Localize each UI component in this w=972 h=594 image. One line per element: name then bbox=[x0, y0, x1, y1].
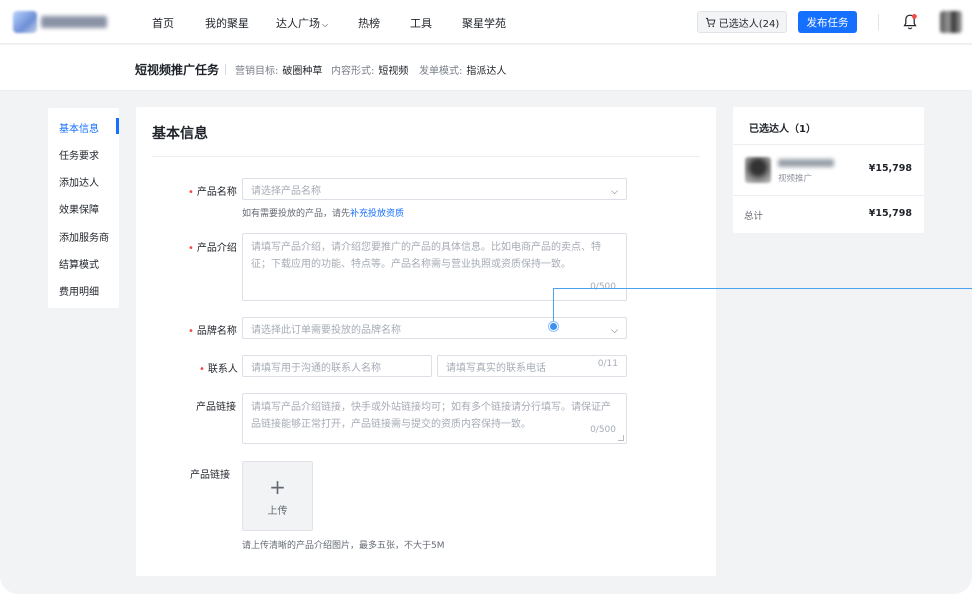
brand-name-placeholder: 请选择此订单需要投放的品牌名称 bbox=[251, 325, 401, 336]
step-effect-guarantee[interactable]: 效果保障 bbox=[59, 201, 99, 216]
required-mark: • bbox=[188, 243, 194, 254]
brand-logo[interactable] bbox=[13, 11, 109, 33]
kol-avatar[interactable] bbox=[745, 157, 771, 183]
selected-kols-panel: 已选达人（1） 视频推广 ¥15,798 总计 ¥15,798 bbox=[733, 107, 924, 233]
content-format-value: 短视频 bbox=[378, 66, 409, 77]
contact-phone-input[interactable]: 请填写真实的联系电话 0/11 bbox=[437, 355, 627, 377]
resize-handle-icon[interactable] bbox=[618, 435, 624, 441]
product-link-textarea[interactable]: 请填写产品介绍链接，快手或外站链接均可；如有多个链接请分行填写。请保证产品链接能… bbox=[242, 393, 627, 444]
product-intro-label-text: 产品介绍 bbox=[196, 243, 237, 254]
dispatch-mode: 发单模式: 指派达人 bbox=[419, 62, 506, 77]
nav-item-academy[interactable]: 聚星学苑 bbox=[462, 15, 506, 31]
required-mark: • bbox=[188, 326, 194, 337]
form-divider bbox=[152, 156, 700, 157]
user-avatar[interactable] bbox=[940, 11, 962, 33]
dispatch-mode-value: 指派达人 bbox=[466, 66, 507, 77]
chevron-down-icon: ⌵ bbox=[611, 326, 618, 336]
product-intro-label: • 产品介绍 bbox=[188, 239, 237, 254]
annotation-line bbox=[553, 288, 554, 326]
product-name-select[interactable]: 请选择产品名称 ⌵ bbox=[242, 178, 627, 200]
logo-mark-icon bbox=[13, 11, 37, 33]
product-name-label-text: 产品名称 bbox=[196, 187, 237, 198]
cart-icon bbox=[705, 17, 716, 27]
marketing-goal: 营销目标: 破圈种草 bbox=[235, 62, 322, 77]
add-qualification-link[interactable]: 补充投放资质 bbox=[350, 209, 404, 219]
publish-task-button[interactable]: 发布任务 bbox=[798, 11, 857, 33]
nav-item-tools[interactable]: 工具 bbox=[410, 15, 432, 31]
nav-divider bbox=[878, 14, 879, 30]
top-navigation: 首页 我的聚星 达人广场 ⌵ 热榜 工具 聚星学苑 已选达人(24) 发布任务 bbox=[0, 0, 972, 44]
subheader-divider bbox=[225, 64, 226, 75]
product-name-label: • 产品名称 bbox=[188, 183, 237, 198]
step-settlement-mode[interactable]: 结算模式 bbox=[59, 256, 99, 271]
app-window: 首页 我的聚星 达人广场 ⌵ 热榜 工具 聚星学苑 已选达人(24) 发布任务 短… bbox=[0, 0, 972, 594]
dispatch-mode-label: 发单模式: bbox=[419, 66, 463, 77]
required-mark: • bbox=[199, 364, 205, 375]
step-menu: 基本信息 任务要求 添加达人 效果保障 添加服务商 结算模式 费用明细 bbox=[48, 108, 119, 308]
contact-phone-counter: 0/11 bbox=[597, 359, 618, 369]
brand-name-label: • 品牌名称 bbox=[188, 322, 237, 337]
task-subheader: 短视频推广任务 营销目标: 破圈种草 内容形式: 短视频 发单模式: 指派达人 bbox=[0, 45, 972, 91]
kol-price: ¥15,798 bbox=[868, 163, 912, 174]
nav-item-home[interactable]: 首页 bbox=[152, 15, 174, 31]
product-link-counter: 0/500 bbox=[590, 425, 616, 435]
panel-divider bbox=[733, 195, 924, 196]
selected-kols-label: 已选达人(24) bbox=[718, 18, 780, 30]
total-label: 总计 bbox=[744, 211, 764, 222]
product-intro-placeholder: 请填写产品介绍，请介绍您要推广的产品的具体信息。比如电商产品的卖点、特征；下载应… bbox=[251, 242, 601, 270]
nav-item-my-juxing[interactable]: 我的聚星 bbox=[205, 15, 249, 31]
product-name-hint: 如有需要投放的产品，请先补充投放资质 bbox=[242, 206, 404, 219]
product-intro-textarea[interactable]: 请填写产品介绍，请介绍您要推广的产品的具体信息。比如电商产品的卖点、特征；下载应… bbox=[242, 233, 627, 301]
upload-hint: 请上传清晰的产品介绍图片，最多五张，不大于5M bbox=[242, 541, 445, 551]
product-name-hint-text: 如有需要投放的产品，请先 bbox=[242, 209, 351, 219]
product-link-label: 产品链接 bbox=[196, 402, 236, 413]
form-title: 基本信息 bbox=[152, 126, 208, 142]
nav-item-hot-list[interactable]: 热榜 bbox=[358, 15, 380, 31]
step-add-provider[interactable]: 添加服务商 bbox=[59, 229, 109, 244]
kol-type: 视频推广 bbox=[778, 174, 813, 184]
contact-phone-placeholder: 请填写真实的联系电话 bbox=[446, 363, 546, 374]
required-mark: • bbox=[188, 187, 194, 198]
panel-divider bbox=[733, 144, 924, 145]
step-basic-info[interactable]: 基本信息 bbox=[59, 120, 99, 135]
chevron-down-icon: ⌵ bbox=[322, 20, 329, 29]
contact-label: • 联系人 bbox=[199, 360, 238, 375]
plus-icon: + bbox=[269, 475, 286, 499]
logo-text-blurred bbox=[41, 16, 107, 28]
upload-button-label: 上传 bbox=[267, 506, 288, 517]
contact-name-placeholder: 请填写用于沟通的联系人名称 bbox=[251, 363, 381, 374]
chevron-down-icon: ⌵ bbox=[611, 187, 618, 197]
task-type-title: 短视频推广任务 bbox=[135, 63, 220, 77]
selected-kols-title: 已选达人（1） bbox=[749, 124, 816, 135]
marketing-goal-value: 破圈种草 bbox=[282, 66, 323, 77]
annotation-dot bbox=[549, 322, 558, 331]
basic-info-form: 基本信息 • 产品名称 请选择产品名称 ⌵ 如有需要投放的产品，请先补充投放资质 … bbox=[136, 107, 716, 576]
product-link-placeholder: 请填写产品介绍链接，快手或外站链接均可；如有多个链接请分行填写。请保证产品链接能… bbox=[251, 402, 611, 430]
step-task-requirements[interactable]: 任务要求 bbox=[59, 147, 99, 162]
upload-label: 产品链接 bbox=[190, 470, 230, 481]
selected-kols-button[interactable]: 已选达人(24) bbox=[697, 11, 787, 33]
brand-name-select[interactable]: 请选择此订单需要投放的品牌名称 ⌵ bbox=[242, 317, 627, 339]
product-name-placeholder: 请选择产品名称 bbox=[251, 186, 321, 197]
content-format-label: 内容形式: bbox=[331, 66, 375, 77]
image-upload-button[interactable]: + 上传 bbox=[242, 461, 313, 531]
total-price: ¥15,798 bbox=[868, 208, 912, 219]
kol-name-blurred bbox=[778, 159, 834, 167]
marketing-goal-label: 营销目标: bbox=[235, 66, 279, 77]
nav-item-kol-square-label: 达人广场 bbox=[276, 17, 320, 30]
step-cost-details[interactable]: 费用明细 bbox=[59, 283, 99, 298]
annotation-line bbox=[553, 288, 972, 289]
bell-icon[interactable] bbox=[902, 13, 918, 31]
step-add-kols[interactable]: 添加达人 bbox=[59, 174, 99, 189]
active-step-indicator bbox=[116, 118, 119, 134]
content-format: 内容形式: 短视频 bbox=[331, 62, 408, 77]
brand-name-label-text: 品牌名称 bbox=[196, 326, 237, 337]
contact-name-input[interactable]: 请填写用于沟通的联系人名称 bbox=[242, 355, 432, 377]
nav-item-kol-square[interactable]: 达人广场 ⌵ bbox=[276, 15, 328, 31]
contact-label-text: 联系人 bbox=[207, 364, 238, 375]
